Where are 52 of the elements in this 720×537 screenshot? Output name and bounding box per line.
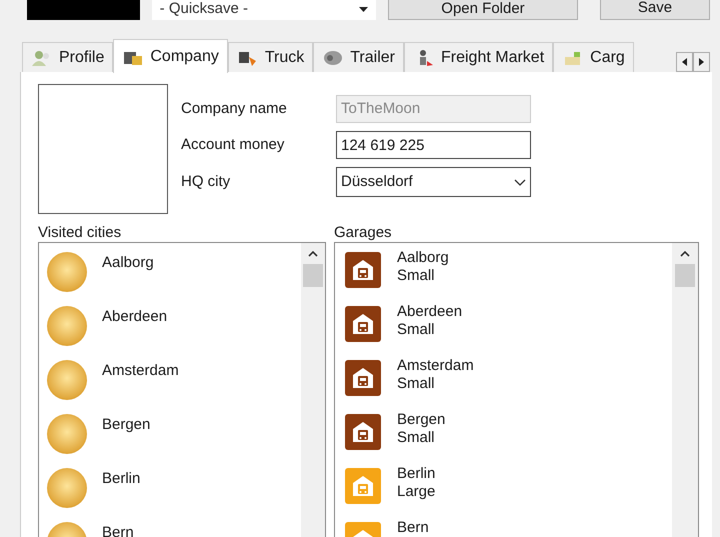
garage-city[interactable]: Berlin [397,465,436,483]
trailer-icon [322,48,344,66]
garage-city[interactable]: Amsterdam [397,357,474,375]
garage-city[interactable]: Bergen [397,411,446,429]
city-name[interactable]: Aberdeen [102,306,168,326]
city-name[interactable]: Aalborg [102,252,154,272]
tab[interactable]: Freight Market [404,42,554,72]
garage-size: Small [397,267,436,285]
city-badge-icon [47,414,87,454]
dropdown-arrow-icon [359,6,368,12]
field-label: HQ city [181,172,232,192]
garage-size: Small [397,429,436,447]
tab[interactable]: Profile [22,42,114,72]
garage-city[interactable]: Bern [397,519,429,537]
garage-size: Small [397,375,436,393]
save-button[interactable]: Save [600,0,710,20]
city-name[interactable]: Berlin [102,468,140,488]
open-folder-button[interactable]: Open Folder [388,0,578,20]
scroll-thumb[interactable] [675,264,695,287]
city-badge-icon [47,252,87,292]
city-badge-icon [47,360,87,400]
city-name[interactable]: Amsterdam [102,360,179,380]
city-badge-icon [47,306,87,346]
scrollbar[interactable] [301,243,325,537]
company-name-field: ToTheMoon [336,95,531,123]
scroll-up-icon[interactable] [680,251,690,257]
tab[interactable]: Trailer [313,42,404,72]
tab[interactable]: Carg [553,42,634,72]
field-label: Company name [181,98,288,119]
garage-city[interactable]: Aberdeen [397,303,462,321]
city-name[interactable]: Bern [102,522,134,537]
field-label: Account money [181,134,286,155]
right-arrow-icon [699,58,704,66]
garages-label: Garages [334,223,393,242]
visited-cities-label: Visited cities [38,223,122,242]
city-badge-icon [47,468,87,508]
scrollbar[interactable] [672,243,698,537]
tab[interactable]: Truck [228,42,314,72]
account-money-field[interactable]: 124 619 225 [336,131,531,159]
tab-scroll-left-button[interactable] [676,52,693,72]
left-arrow-icon [682,58,687,66]
chevron-down-icon [514,178,526,186]
scroll-thumb[interactable] [303,264,323,287]
garage-city[interactable]: Aalborg [397,249,449,267]
garage-size: Large [397,483,436,501]
garage-size: Small [397,321,436,339]
tab[interactable]: Company [113,39,228,73]
scroll-up-icon[interactable] [308,251,318,257]
city-name[interactable]: Bergen [102,414,150,434]
hq-city-dropdown[interactable]: Düsseldorf [336,167,531,197]
tab-scroll-right-button[interactable] [693,52,710,72]
save-dropdown[interactable]: - Quicksave - [152,0,376,20]
